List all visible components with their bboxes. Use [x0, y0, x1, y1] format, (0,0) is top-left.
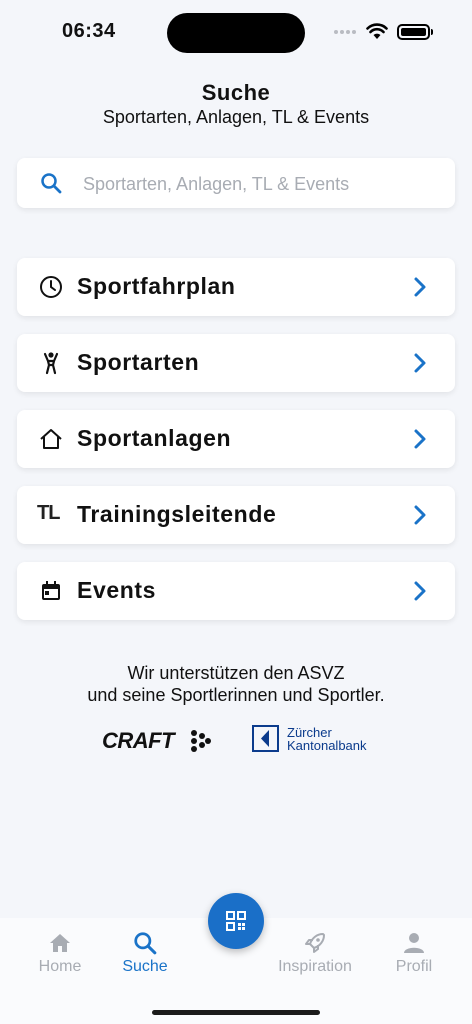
qr-code-button[interactable]	[208, 893, 264, 949]
chevron-right-icon	[414, 581, 426, 601]
battery-icon	[397, 24, 430, 40]
house-icon	[40, 429, 62, 449]
search-input[interactable]: Sportarten, Anlagen, TL & Events	[17, 158, 455, 208]
status-time: 06:34	[62, 20, 116, 42]
search-placeholder: Sportarten, Anlagen, TL & Events	[83, 174, 350, 194]
home-icon	[50, 934, 70, 952]
home-indicator[interactable]	[152, 1010, 320, 1015]
profile-icon	[404, 933, 424, 953]
tab-home[interactable]: Home	[15, 930, 105, 976]
rocket-icon	[305, 933, 325, 953]
status-bar: 06:34	[0, 0, 472, 62]
tab-suche[interactable]: Suche	[100, 930, 190, 976]
chevron-right-icon	[414, 429, 426, 449]
tab-profil[interactable]: Profil	[369, 930, 459, 976]
page-subtitle: Sportarten, Anlagen, TL & Events	[102, 107, 370, 127]
signal-icon	[334, 30, 360, 36]
qr-code-icon	[226, 911, 246, 931]
tab-label: Profil	[395, 958, 433, 975]
zkb-logo-text: Zürcher Kantonalbank	[287, 725, 367, 753]
menu-item-events[interactable]: Events	[17, 562, 455, 620]
menu-item-label: Sportfahrplan	[77, 273, 236, 299]
menu-item-sportfahrplan[interactable]: Sportfahrplan	[17, 258, 455, 316]
person-icon	[43, 352, 59, 375]
chevron-right-icon	[414, 353, 426, 373]
dynamic-island	[167, 13, 305, 53]
menu-item-label: Sportarten	[77, 349, 200, 375]
menu-item-label: Trainingsleitende	[77, 501, 277, 527]
search-icon	[41, 173, 62, 194]
menu-item-label: Sportanlagen	[77, 425, 232, 451]
tab-label: Home	[38, 958, 82, 975]
wifi-icon	[366, 23, 388, 39]
craft-logo: CRAFT	[102, 728, 175, 753]
tab-inspiration[interactable]: Inspiration	[270, 930, 360, 976]
search-icon	[134, 932, 157, 955]
menu-item-trainingsleitende[interactable]: TL Trainingsleitende	[17, 486, 455, 544]
clock-icon	[40, 276, 62, 298]
craft-logo-dots	[191, 730, 211, 752]
chevron-right-icon	[414, 505, 426, 525]
menu-item-sportarten[interactable]: Sportarten	[17, 334, 455, 392]
menu-item-label: Events	[77, 577, 157, 603]
zkb-logo	[252, 725, 279, 752]
menu-item-sportanlagen[interactable]: Sportanlagen	[17, 410, 455, 468]
page-title: Suche	[201, 80, 271, 105]
tl-icon: TL	[37, 502, 60, 524]
tab-label: Suche	[122, 958, 168, 975]
chevron-right-icon	[414, 277, 426, 297]
tab-label: Inspiration	[278, 958, 352, 975]
sponsor-text: Wir unterstützen den ASVZ und seine Spor…	[87, 663, 385, 705]
calendar-icon	[42, 581, 60, 600]
